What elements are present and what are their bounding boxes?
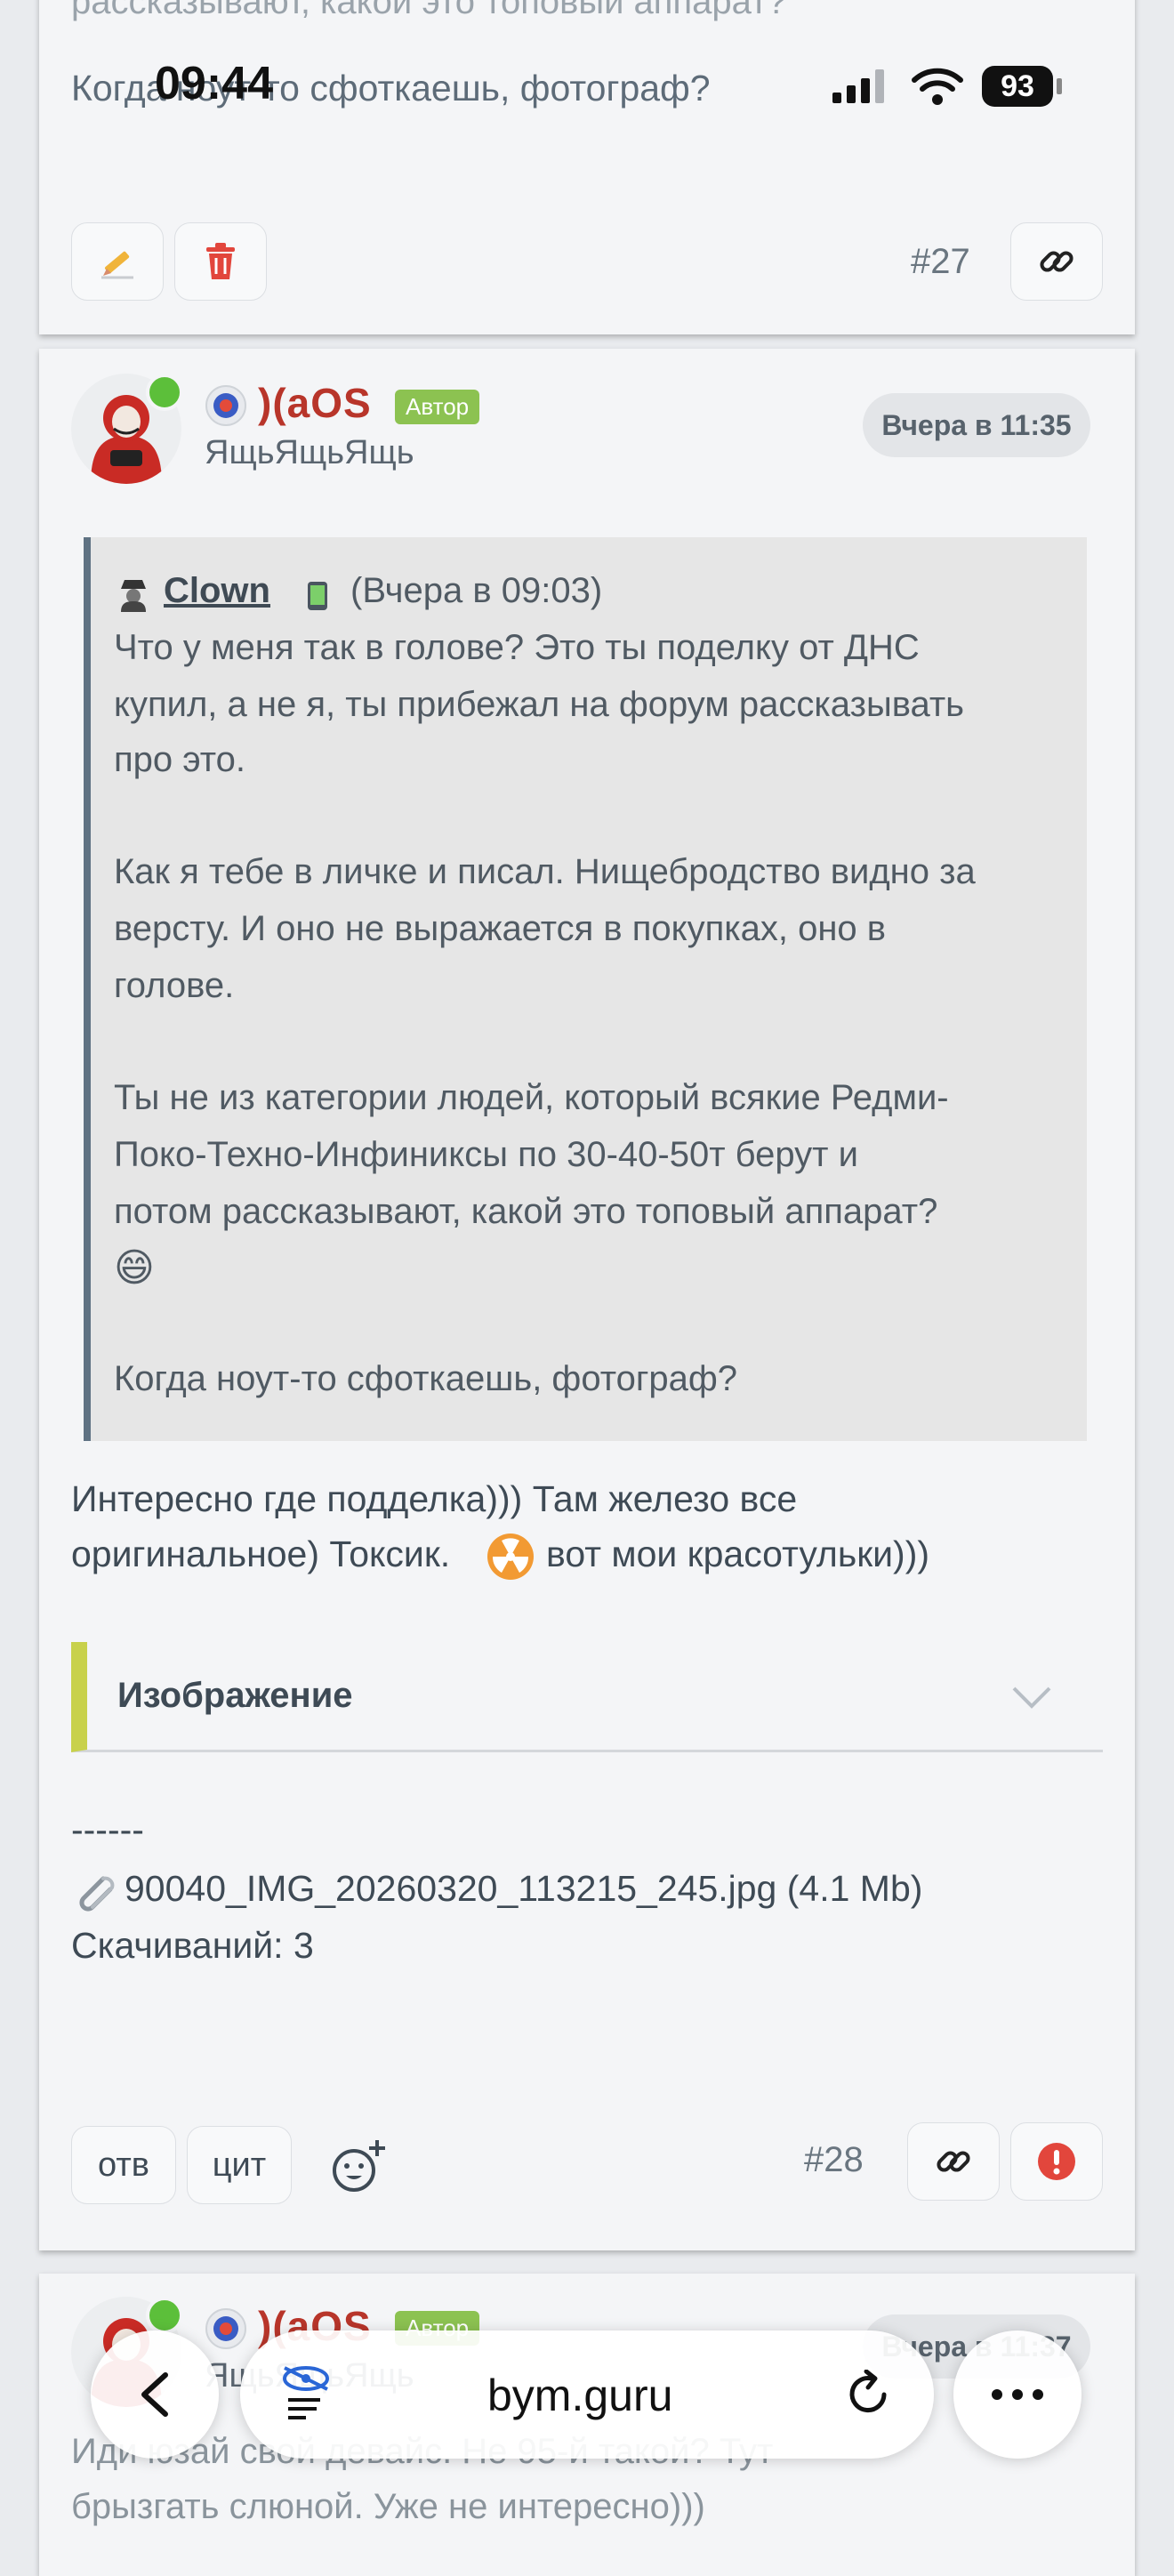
quote-line: потом рассказывают, какой это топовый ап… <box>114 1192 938 1231</box>
radioactive-icon <box>487 1534 534 1580</box>
quote-line: про это. <box>114 740 246 779</box>
quote-line: Поко-Техно-Инфиниксы по 30-40-50т берут … <box>114 1135 858 1174</box>
quote-author[interactable]: Clown <box>164 571 270 611</box>
quote-line: Как я тебе в личке и писал. Нищебродство… <box>114 852 976 891</box>
previous-post-card: рассказывают, какой это топовый аппарат?… <box>39 0 1135 334</box>
quote-line: купил, а не я, ты прибежал на форум расс… <box>114 685 965 724</box>
grin-emoji: 😄 <box>114 1246 155 1290</box>
user-rank-icon <box>205 385 246 426</box>
download-count: Скачиваний: 3 <box>71 1925 314 1966</box>
quote-label: цит <box>212 2145 267 2184</box>
separator-line: ------ <box>71 1809 144 1850</box>
reply-button[interactable]: отв <box>71 2126 176 2204</box>
reply-label: отв <box>98 2145 149 2184</box>
chevron-down-icon[interactable] <box>1010 1685 1053 1710</box>
trash-icon <box>206 243 235 279</box>
back-button[interactable] <box>91 2330 219 2459</box>
wifi-icon <box>912 68 963 105</box>
link-icon <box>1040 251 1073 272</box>
alert-icon <box>1038 2143 1075 2180</box>
post-body-line: оригинальное) Токсик. <box>71 1534 451 1574</box>
attachment-link[interactable]: 90040_IMG_20260320_113215_245.jpg (4.1 M… <box>125 1868 922 1910</box>
pencil-icon <box>101 251 133 279</box>
post-link-button[interactable] <box>907 2122 1000 2201</box>
quote-line: Что у меня так в голове? Это ты поделку … <box>114 628 920 667</box>
author-badge: Автор <box>395 390 480 424</box>
add-reaction-icon[interactable] <box>329 2137 390 2197</box>
reload-icon[interactable] <box>845 2370 893 2419</box>
post-number[interactable]: #28 <box>804 2140 864 2180</box>
quote-line: версту. И оно не выражается в покупках, … <box>114 909 887 948</box>
post-body-line: вот мои красотульки))) <box>546 1534 930 1574</box>
user-rank-icon <box>205 2308 246 2349</box>
quote-line: Когда ноут-то сфоткаешь, фотограф? <box>114 1359 738 1398</box>
mobile-icon <box>308 582 327 610</box>
quote-line: Ты не из категории людей, который всякие… <box>114 1078 949 1117</box>
spy-icon <box>121 580 146 612</box>
quote-button[interactable]: цит <box>187 2126 292 2204</box>
post-time[interactable]: Вчера в 11:35 <box>863 393 1090 457</box>
reader-mode-icon[interactable] <box>279 2364 333 2421</box>
edit-button[interactable] <box>71 222 164 301</box>
online-indicator <box>146 374 183 411</box>
spoiler-title[interactable]: Изображение <box>117 1676 353 1716</box>
more-dots-icon <box>992 2389 1043 2400</box>
chevron-left-icon <box>141 2372 168 2417</box>
prev-post-faded-line: рассказывают, какой это топовый аппарат? <box>71 0 787 21</box>
quote-time: (Вчера в 09:03) <box>350 571 603 610</box>
battery-indicator: 93 <box>982 66 1053 107</box>
prev-post-link-button[interactable] <box>1010 222 1103 301</box>
quote-line: голове. <box>114 966 235 1005</box>
battery-cap <box>1057 78 1062 94</box>
paperclip-icon <box>79 1876 115 1912</box>
prev-post-number[interactable]: #27 <box>911 242 970 282</box>
next-online-indicator <box>146 2297 183 2334</box>
report-button[interactable] <box>1010 2122 1103 2201</box>
status-time: 09:44 <box>155 58 273 109</box>
delete-button[interactable] <box>174 222 267 301</box>
signal-icon <box>832 69 884 103</box>
post-body-line: Интересно где подделка))) Там железо все <box>71 1478 798 1519</box>
link-icon <box>937 2151 970 2172</box>
post-username[interactable]: )(aOS <box>258 379 372 427</box>
user-title: ЯщьЯщьЯщь <box>205 434 414 471</box>
more-button[interactable] <box>953 2330 1082 2459</box>
next-post-line: брызгать слюной. Уже не интересно))) <box>71 2487 705 2526</box>
url-text[interactable]: bym.guru <box>487 2370 672 2421</box>
